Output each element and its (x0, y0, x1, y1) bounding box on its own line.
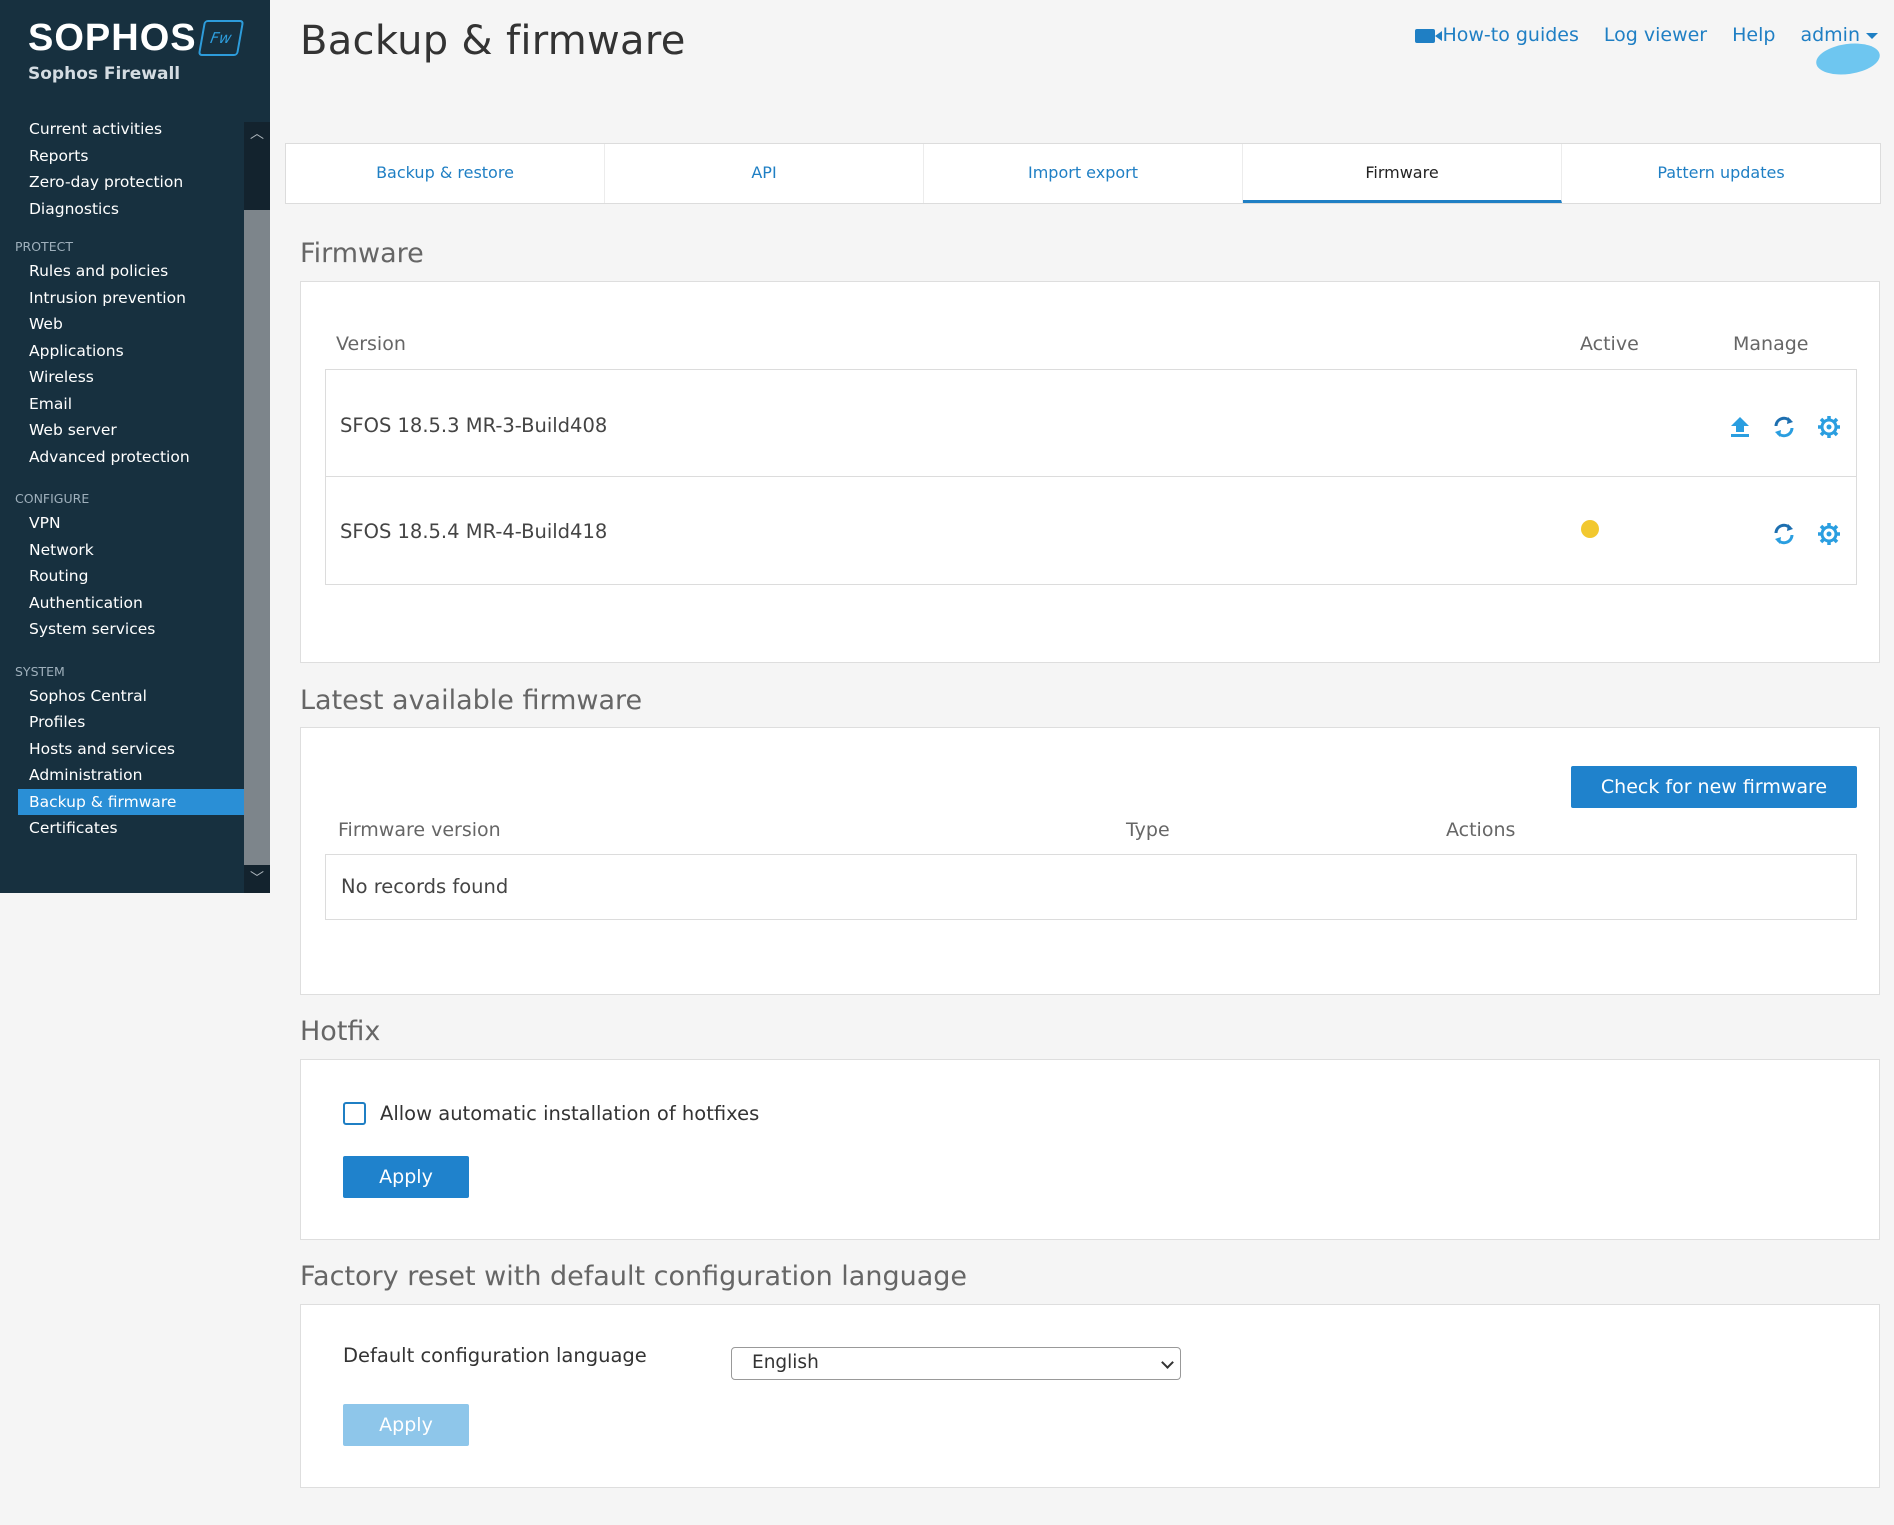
empty-message: No records found (341, 875, 509, 898)
reboot-icon[interactable] (1771, 521, 1797, 547)
settings-gear-icon[interactable] (1816, 414, 1842, 440)
video-camera-icon (1415, 28, 1443, 43)
tab-api[interactable]: API (605, 144, 924, 203)
factory-reset-panel: Default configuration language English A… (300, 1304, 1880, 1488)
sidebar-item-administration[interactable]: Administration (0, 762, 244, 789)
table-row: SFOS 18.5.4 MR-4-Build418 (326, 477, 1856, 584)
sidebar-item-email[interactable]: Email (0, 391, 244, 418)
tab-firmware[interactable]: Firmware (1243, 144, 1562, 203)
auto-hotfix-label: Allow automatic installation of hotfixes (380, 1102, 760, 1125)
hotfix-apply-button[interactable]: Apply (343, 1156, 469, 1198)
sidebar-item-authentication[interactable]: Authentication (0, 590, 244, 617)
sidebar-section-protect: PROTECT (15, 239, 73, 254)
default-language-select[interactable]: English (731, 1347, 1181, 1380)
column-header-version: Version (336, 333, 406, 355)
factory-reset-apply-button[interactable]: Apply (343, 1404, 469, 1446)
user-menu[interactable]: admin (1800, 24, 1878, 46)
sidebar-item-hosts-and-services[interactable]: Hosts and services (0, 736, 244, 763)
hotfix-panel: Allow automatic installation of hotfixes… (300, 1059, 1880, 1240)
sidebar-item-rules-and-policies[interactable]: Rules and policies (0, 258, 244, 285)
sidebar-section-configure: CONFIGURE (15, 491, 90, 506)
sidebar-item-routing[interactable]: Routing (0, 563, 244, 590)
sidebar-item-wireless[interactable]: Wireless (0, 364, 244, 391)
table-row: SFOS 18.5.3 MR-3-Build408 (326, 370, 1856, 477)
firmware-section-title: Firmware (300, 238, 424, 269)
sidebar-item-certificates[interactable]: Certificates (0, 815, 244, 842)
column-header-type: Type (1126, 819, 1170, 841)
sidebar-nav: Current activities Reports Zero-day prot… (0, 116, 244, 842)
sidebar-item-diagnostics[interactable]: Diagnostics (0, 196, 244, 223)
sidebar-item-applications[interactable]: Applications (0, 338, 244, 365)
sidebar-item-sophos-central[interactable]: Sophos Central (0, 683, 244, 710)
sophos-logo: SOPHOS Fw Sophos Firewall (28, 17, 245, 84)
help-link[interactable]: Help (1732, 24, 1775, 46)
sidebar-item-intrusion-prevention[interactable]: Intrusion prevention (0, 285, 244, 312)
boot-upload-icon[interactable] (1727, 414, 1753, 440)
scroll-down-arrow-icon[interactable]: ﹀ (244, 867, 270, 891)
page-title: Backup & firmware (300, 18, 686, 64)
sidebar-section-system: SYSTEM (15, 663, 65, 679)
auto-hotfix-checkbox[interactable] (343, 1102, 366, 1125)
tab-bar: Backup & restore API Import export Firmw… (285, 143, 1881, 204)
latest-firmware-panel: Check for new firmware Firmware version … (300, 727, 1880, 995)
tab-backup-restore[interactable]: Backup & restore (286, 144, 605, 203)
check-for-new-firmware-button[interactable]: Check for new firmware (1571, 766, 1857, 808)
sidebar-item-system-services[interactable]: System services (0, 616, 244, 643)
sidebar: SOPHOS Fw Sophos Firewall Current activi… (0, 0, 270, 893)
top-links: How-to guides Log viewer Help admin (1390, 24, 1878, 46)
factory-reset-section-title: Factory reset with default configuration… (300, 1261, 968, 1292)
sidebar-item-current-activities[interactable]: Current activities (0, 116, 244, 143)
sidebar-item-vpn[interactable]: VPN (0, 510, 244, 537)
sidebar-item-web[interactable]: Web (0, 311, 244, 338)
chevron-down-icon (1866, 32, 1878, 39)
product-name: Sophos Firewall (28, 64, 181, 84)
log-viewer-link[interactable]: Log viewer (1604, 24, 1707, 46)
latest-firmware-table: No records found (325, 854, 1857, 920)
firmware-panel: Version Active Manage SFOS 18.5.3 MR-3-B… (300, 281, 1880, 663)
sidebar-item-reports[interactable]: Reports (0, 143, 244, 170)
tab-import-export[interactable]: Import export (924, 144, 1243, 203)
sidebar-item-network[interactable]: Network (0, 537, 244, 564)
sidebar-item-profiles[interactable]: Profiles (0, 709, 244, 736)
firmware-table: SFOS 18.5.3 MR-3-Build408 SFOS 18.5.4 MR… (325, 369, 1857, 585)
how-to-guides-label: How-to guides (1442, 24, 1579, 46)
tab-pattern-updates[interactable]: Pattern updates (1562, 144, 1880, 203)
sidebar-item-advanced-protection[interactable]: Advanced protection (0, 444, 244, 471)
sidebar-item-web-server[interactable]: Web server (0, 417, 244, 444)
column-header-manage: Manage (1733, 333, 1809, 355)
firmware-version: SFOS 18.5.3 MR-3-Build408 (340, 414, 608, 437)
selected-language: English (752, 1352, 819, 1373)
latest-firmware-section-title: Latest available firmware (300, 685, 643, 716)
firmware-version: SFOS 18.5.4 MR-4-Build418 (340, 520, 608, 543)
sidebar-item-zero-day-protection[interactable]: Zero-day protection (0, 169, 244, 196)
firewall-badge-icon: Fw (197, 20, 245, 56)
chevron-down-icon (1161, 1356, 1174, 1369)
settings-gear-icon[interactable] (1816, 521, 1842, 547)
column-header-firmware-version: Firmware version (338, 819, 501, 841)
active-indicator (1581, 520, 1599, 538)
sidebar-item-backup-firmware[interactable]: Backup & firmware (18, 788, 244, 815)
sidebar-scroll-thumb[interactable] (244, 210, 270, 865)
default-language-label: Default configuration language (343, 1344, 647, 1367)
column-header-actions: Actions (1446, 819, 1516, 841)
how-to-guides-link[interactable]: How-to guides (1415, 24, 1579, 46)
scroll-up-arrow-icon[interactable]: ︿ (244, 122, 270, 146)
column-header-active: Active (1580, 333, 1639, 355)
reboot-icon[interactable] (1771, 414, 1797, 440)
brand-wordmark: SOPHOS (28, 17, 197, 59)
hotfix-section-title: Hotfix (300, 1016, 381, 1047)
